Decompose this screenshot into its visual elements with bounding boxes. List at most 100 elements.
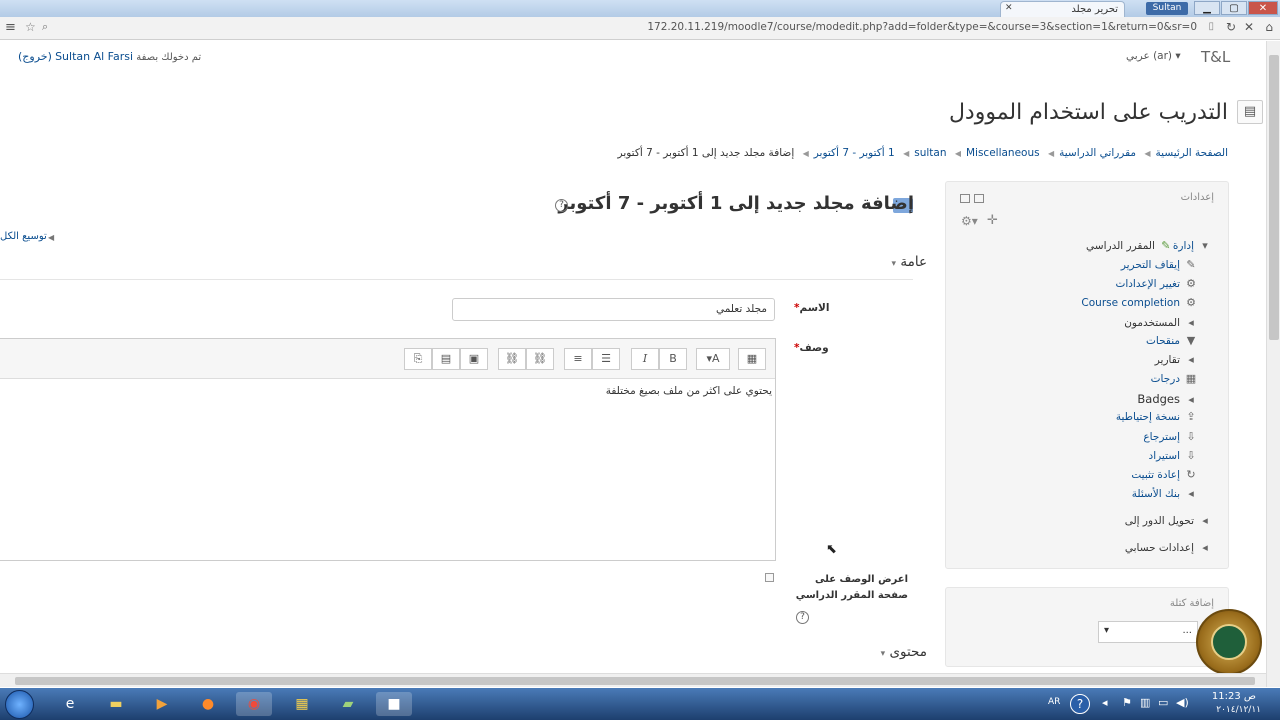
- breadcrumb-my-courses[interactable]: مقرراتي الدراسية: [1059, 147, 1136, 159]
- breadcrumb-current: إضافة مجلد جديد إلى 1 أكتوبر - 7 أكتوبر: [617, 147, 795, 159]
- search-icon[interactable]: ⌕: [42, 20, 48, 34]
- file-manage-icon[interactable]: ⎘: [404, 348, 432, 370]
- tree-item-label: المقرر الدراسي: [1086, 240, 1155, 252]
- close-window-icon[interactable]: ✕: [1248, 1, 1278, 15]
- tray-help-icon[interactable]: ?: [1070, 694, 1090, 714]
- gear-icon[interactable]: ⚙▾: [961, 214, 978, 228]
- bold-icon[interactable]: B: [659, 348, 687, 370]
- firefox-icon[interactable]: ●: [190, 692, 226, 716]
- minimize-icon[interactable]: ▁: [1194, 1, 1220, 15]
- notes-icon[interactable]: ▰: [330, 692, 366, 716]
- vertical-scrollbar[interactable]: [1266, 41, 1280, 687]
- tree-item-label: استيراد: [1148, 450, 1180, 462]
- tray-overflow-icon[interactable]: ◂: [1102, 696, 1108, 709]
- tray-network-icon[interactable]: ▥: [1140, 696, 1150, 709]
- unlink-icon[interactable]: ⛓: [498, 348, 526, 370]
- browser-tab[interactable]: تحرير مجلد ✕: [1000, 1, 1125, 17]
- restore-icon: ⇩: [1186, 430, 1196, 443]
- tray-volume-icon[interactable]: ◀): [1176, 696, 1189, 709]
- toolbar-toggle-icon[interactable]: ▦: [738, 348, 766, 370]
- tab-title: تحرير مجلد: [1071, 4, 1118, 15]
- paragraph-styles-icon[interactable]: ▾A: [696, 348, 730, 370]
- vertical-scroll-thumb[interactable]: [1269, 55, 1279, 340]
- unordered-list-icon[interactable]: ☰: [592, 348, 620, 370]
- breadcrumb-course[interactable]: sultan: [914, 147, 946, 159]
- bookmark-star-icon[interactable]: ☆: [25, 20, 36, 34]
- tray-display-icon[interactable]: ▭: [1158, 696, 1168, 709]
- tree-grades[interactable]: ▦ درجات: [1151, 372, 1198, 385]
- reload-icon[interactable]: ↻: [1226, 20, 1236, 34]
- recorder-icon[interactable]: ■: [376, 692, 412, 716]
- tree-reports[interactable]: ◂ تقارير: [1155, 353, 1198, 366]
- language-select[interactable]: عربي (ar) ▾: [1126, 50, 1181, 62]
- image-icon[interactable]: ▣: [460, 348, 488, 370]
- apps-icon[interactable]: ▦: [284, 692, 320, 716]
- section-general-header[interactable]: عامة ▾: [892, 254, 927, 270]
- link-icon[interactable]: ⛓: [526, 348, 554, 370]
- tree-item-label: تحويل الدور إلى: [1124, 515, 1194, 527]
- clock-time[interactable]: 11:23 ص: [1212, 691, 1256, 702]
- ie-icon[interactable]: e: [52, 692, 88, 716]
- tree-restore[interactable]: ⇩ إسترجاع: [1143, 430, 1198, 443]
- tree-filters[interactable]: ▼ منقحات: [1146, 334, 1198, 347]
- tree-my-profile-settings[interactable]: ◂ إعدادات حسابي: [1125, 541, 1212, 554]
- name-input[interactable]: مجلد تعلمي: [452, 298, 775, 321]
- italic-icon[interactable]: I: [631, 348, 659, 370]
- tree-course-completion[interactable]: ⚙ Course completion: [1081, 296, 1198, 309]
- tree-turn-editing-off[interactable]: ✎ إيقاف التحرير: [1121, 258, 1198, 271]
- tree-import[interactable]: ⇩ استيراد: [1149, 449, 1198, 462]
- edit-mode-icon: ✎: [1161, 239, 1171, 252]
- tree-badges[interactable]: ◂ Badges: [1137, 392, 1198, 406]
- add-block-select-value: ...: [1182, 625, 1192, 636]
- media-icon[interactable]: ▤: [432, 348, 460, 370]
- explorer-icon[interactable]: ▬: [98, 692, 134, 716]
- site-shortname[interactable]: T&L: [1201, 48, 1230, 66]
- collapsed-arrow-icon: ◂: [1188, 316, 1194, 329]
- tree-backup[interactable]: ⇪ نسخة إحتياطية: [1116, 410, 1198, 423]
- tree-admin-prefix[interactable]: إدارة: [1173, 240, 1194, 252]
- tree-question-bank[interactable]: ◂ بنك الأسئلة: [1132, 487, 1198, 500]
- start-button[interactable]: [5, 690, 34, 719]
- help-icon[interactable]: ?: [555, 199, 568, 212]
- section-content-header[interactable]: محتوى ▾: [881, 644, 927, 660]
- seal-emblem: [1211, 624, 1247, 660]
- logout-link[interactable]: (خروج): [18, 50, 52, 63]
- expand-all-link[interactable]: توسيع الكل: [0, 231, 47, 242]
- tree-reset[interactable]: ↻ إعادة تثبيت: [1131, 468, 1198, 481]
- tree-course-admin[interactable]: ▾ إدارة✎ المقرر الدراسي: [1086, 239, 1212, 252]
- media-player-icon[interactable]: ▶: [144, 692, 180, 716]
- clock-date[interactable]: ٢٠١٤/١٢/١١: [1216, 705, 1261, 715]
- horizontal-scroll-thumb[interactable]: [15, 677, 1255, 685]
- chrome-icon[interactable]: ◉: [236, 692, 272, 716]
- tree-item-label: Badges: [1137, 392, 1180, 406]
- home-icon[interactable]: ⌂: [1265, 20, 1273, 34]
- address-bar[interactable]: 172.20.11.219/moodle7/course/modedit.php…: [60, 20, 1215, 37]
- breadcrumb-category[interactable]: Miscellaneous: [966, 147, 1040, 159]
- hamburger-menu-icon[interactable]: ≡: [5, 20, 16, 35]
- show-description-checkbox[interactable]: [765, 573, 774, 582]
- tab-close-icon[interactable]: ✕: [1005, 3, 1013, 13]
- tree-switch-role[interactable]: ◂ تحويل الدور إلى: [1125, 514, 1212, 527]
- tray-flag-icon[interactable]: ⚑: [1122, 696, 1132, 709]
- login-user-link[interactable]: Sultan Al Farsi: [55, 50, 133, 63]
- breadcrumb-section[interactable]: 1 أكتوبر - 7 أكتوبر: [814, 147, 895, 159]
- editor-content[interactable]: يحتوي على اكثر من ملف بصيغ مختلفة: [606, 385, 772, 397]
- section-expanded-icon: ▾: [891, 259, 897, 269]
- collapse-block-icon[interactable]: [974, 194, 984, 203]
- stop-icon[interactable]: ✕: [1244, 20, 1254, 34]
- description-label-text: وصف: [799, 342, 829, 354]
- breadcrumb-home[interactable]: الصفحة الرئيسية: [1156, 147, 1228, 159]
- course-page-icon[interactable]: ▤: [1237, 100, 1263, 124]
- move-icon[interactable]: ✛: [987, 213, 998, 228]
- maximize-icon[interactable]: ▢: [1221, 1, 1247, 15]
- breadcrumb-sep-icon: ◀: [954, 149, 961, 158]
- browser-user-chip[interactable]: Sultan: [1146, 2, 1188, 15]
- tray-language[interactable]: AR: [1048, 697, 1060, 707]
- dock-block-icon[interactable]: [960, 194, 970, 203]
- add-block-select[interactable]: ▾ ...: [1098, 621, 1198, 643]
- tree-edit-settings[interactable]: ⚙ تغيير الإعدادات: [1115, 277, 1198, 290]
- help-icon[interactable]: ?: [796, 611, 809, 624]
- tree-users[interactable]: ◂ المستخدمون: [1124, 316, 1198, 329]
- ordered-list-icon[interactable]: ≡: [564, 348, 592, 370]
- horizontal-scrollbar[interactable]: [0, 673, 1266, 687]
